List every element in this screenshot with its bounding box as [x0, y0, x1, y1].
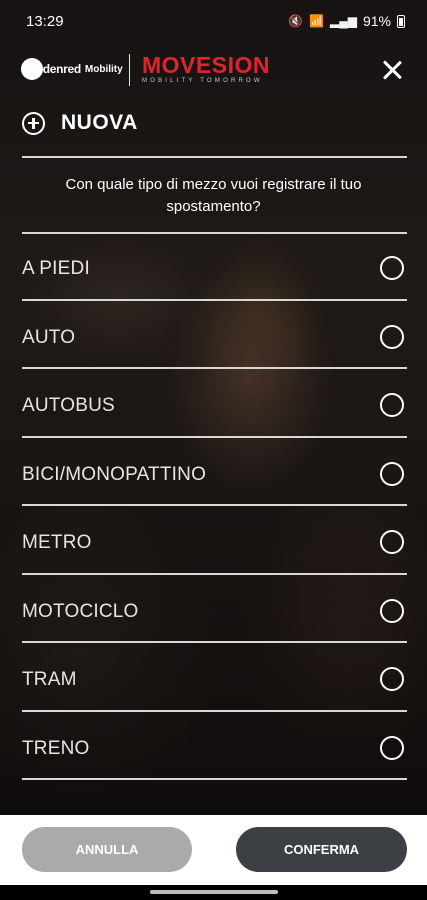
system-nav-bar — [0, 885, 427, 900]
edenred-mobility-logo: Edenred Mobility — [21, 58, 123, 80]
cancel-button[interactable]: ANNULLA — [22, 827, 192, 872]
movesion-logo: MOVESION — [142, 52, 270, 78]
status-bar: 13:29 🔇 📶 ▂▄▆ 91% — [0, 0, 427, 42]
option-label: BICI/MONOPATTINO — [22, 463, 207, 485]
logo-divider — [129, 54, 130, 86]
option-metro[interactable]: METRO — [22, 506, 407, 575]
confirm-button[interactable]: CONFERMA — [236, 827, 407, 872]
option-motociclo[interactable]: MOTOCICLO — [22, 575, 407, 643]
page-title: NUOVA — [61, 111, 138, 134]
option-autobus[interactable]: AUTOBUS — [22, 369, 407, 438]
close-icon[interactable] — [380, 58, 404, 82]
battery-percent: 91% — [362, 13, 391, 29]
option-label: MOTOCICLO — [22, 600, 139, 622]
radio-button[interactable] — [380, 735, 404, 760]
radio-button[interactable] — [380, 530, 404, 554]
option-label: AUTOBUS — [22, 395, 115, 416]
option-tram[interactable]: TRAM — [22, 643, 407, 712]
option-label: TRAM — [22, 669, 77, 690]
page-title-row: NUOVA — [22, 109, 138, 137]
mute-icon: 🔇 — [288, 14, 304, 28]
radio-button[interactable] — [380, 324, 404, 349]
option-label: TRENO — [22, 737, 90, 759]
option-label: METRO — [22, 532, 92, 553]
option-label: AUTO — [22, 326, 76, 348]
status-icons: 🔇 📶 ▂▄▆ 91% — [288, 13, 405, 29]
mobility-logo-text: Mobility — [84, 63, 123, 75]
radio-button[interactable] — [380, 667, 404, 691]
radio-button[interactable] — [380, 461, 404, 486]
divider — [22, 156, 407, 158]
question-text: Con quale tipo di mezzo vuoi registrare … — [65, 176, 362, 215]
plus-circle-icon — [22, 111, 45, 135]
radio-button[interactable] — [380, 256, 404, 280]
option-bici-monopattino[interactable]: BICI/MONOPATTINO — [22, 438, 407, 506]
radio-button[interactable] — [380, 393, 404, 417]
option-label: A PIEDI — [22, 258, 90, 279]
edenred-logo-text: Edenred — [35, 62, 81, 76]
transport-options-list: A PIEDI AUTO AUTOBUS BICI/MONOPATTINO ME… — [22, 232, 407, 780]
header: Edenred Mobility MOVESION MOBILITY TOMOR… — [0, 48, 427, 92]
status-time: 13:29 — [26, 12, 64, 30]
battery-icon — [397, 14, 405, 28]
radio-button[interactable] — [380, 598, 404, 623]
movesion-tagline: MOBILITY TOMORROW — [142, 78, 263, 84]
option-auto[interactable]: AUTO — [22, 301, 407, 369]
bottom-action-bar: ANNULLA CONFERMA — [0, 815, 427, 885]
option-treno[interactable]: TRENO — [22, 712, 407, 780]
wifi-icon: 📶 — [309, 14, 324, 28]
signal-icon: ▂▄▆ — [330, 14, 357, 28]
option-a-piedi[interactable]: A PIEDI — [22, 232, 407, 301]
home-indicator[interactable] — [150, 890, 278, 894]
